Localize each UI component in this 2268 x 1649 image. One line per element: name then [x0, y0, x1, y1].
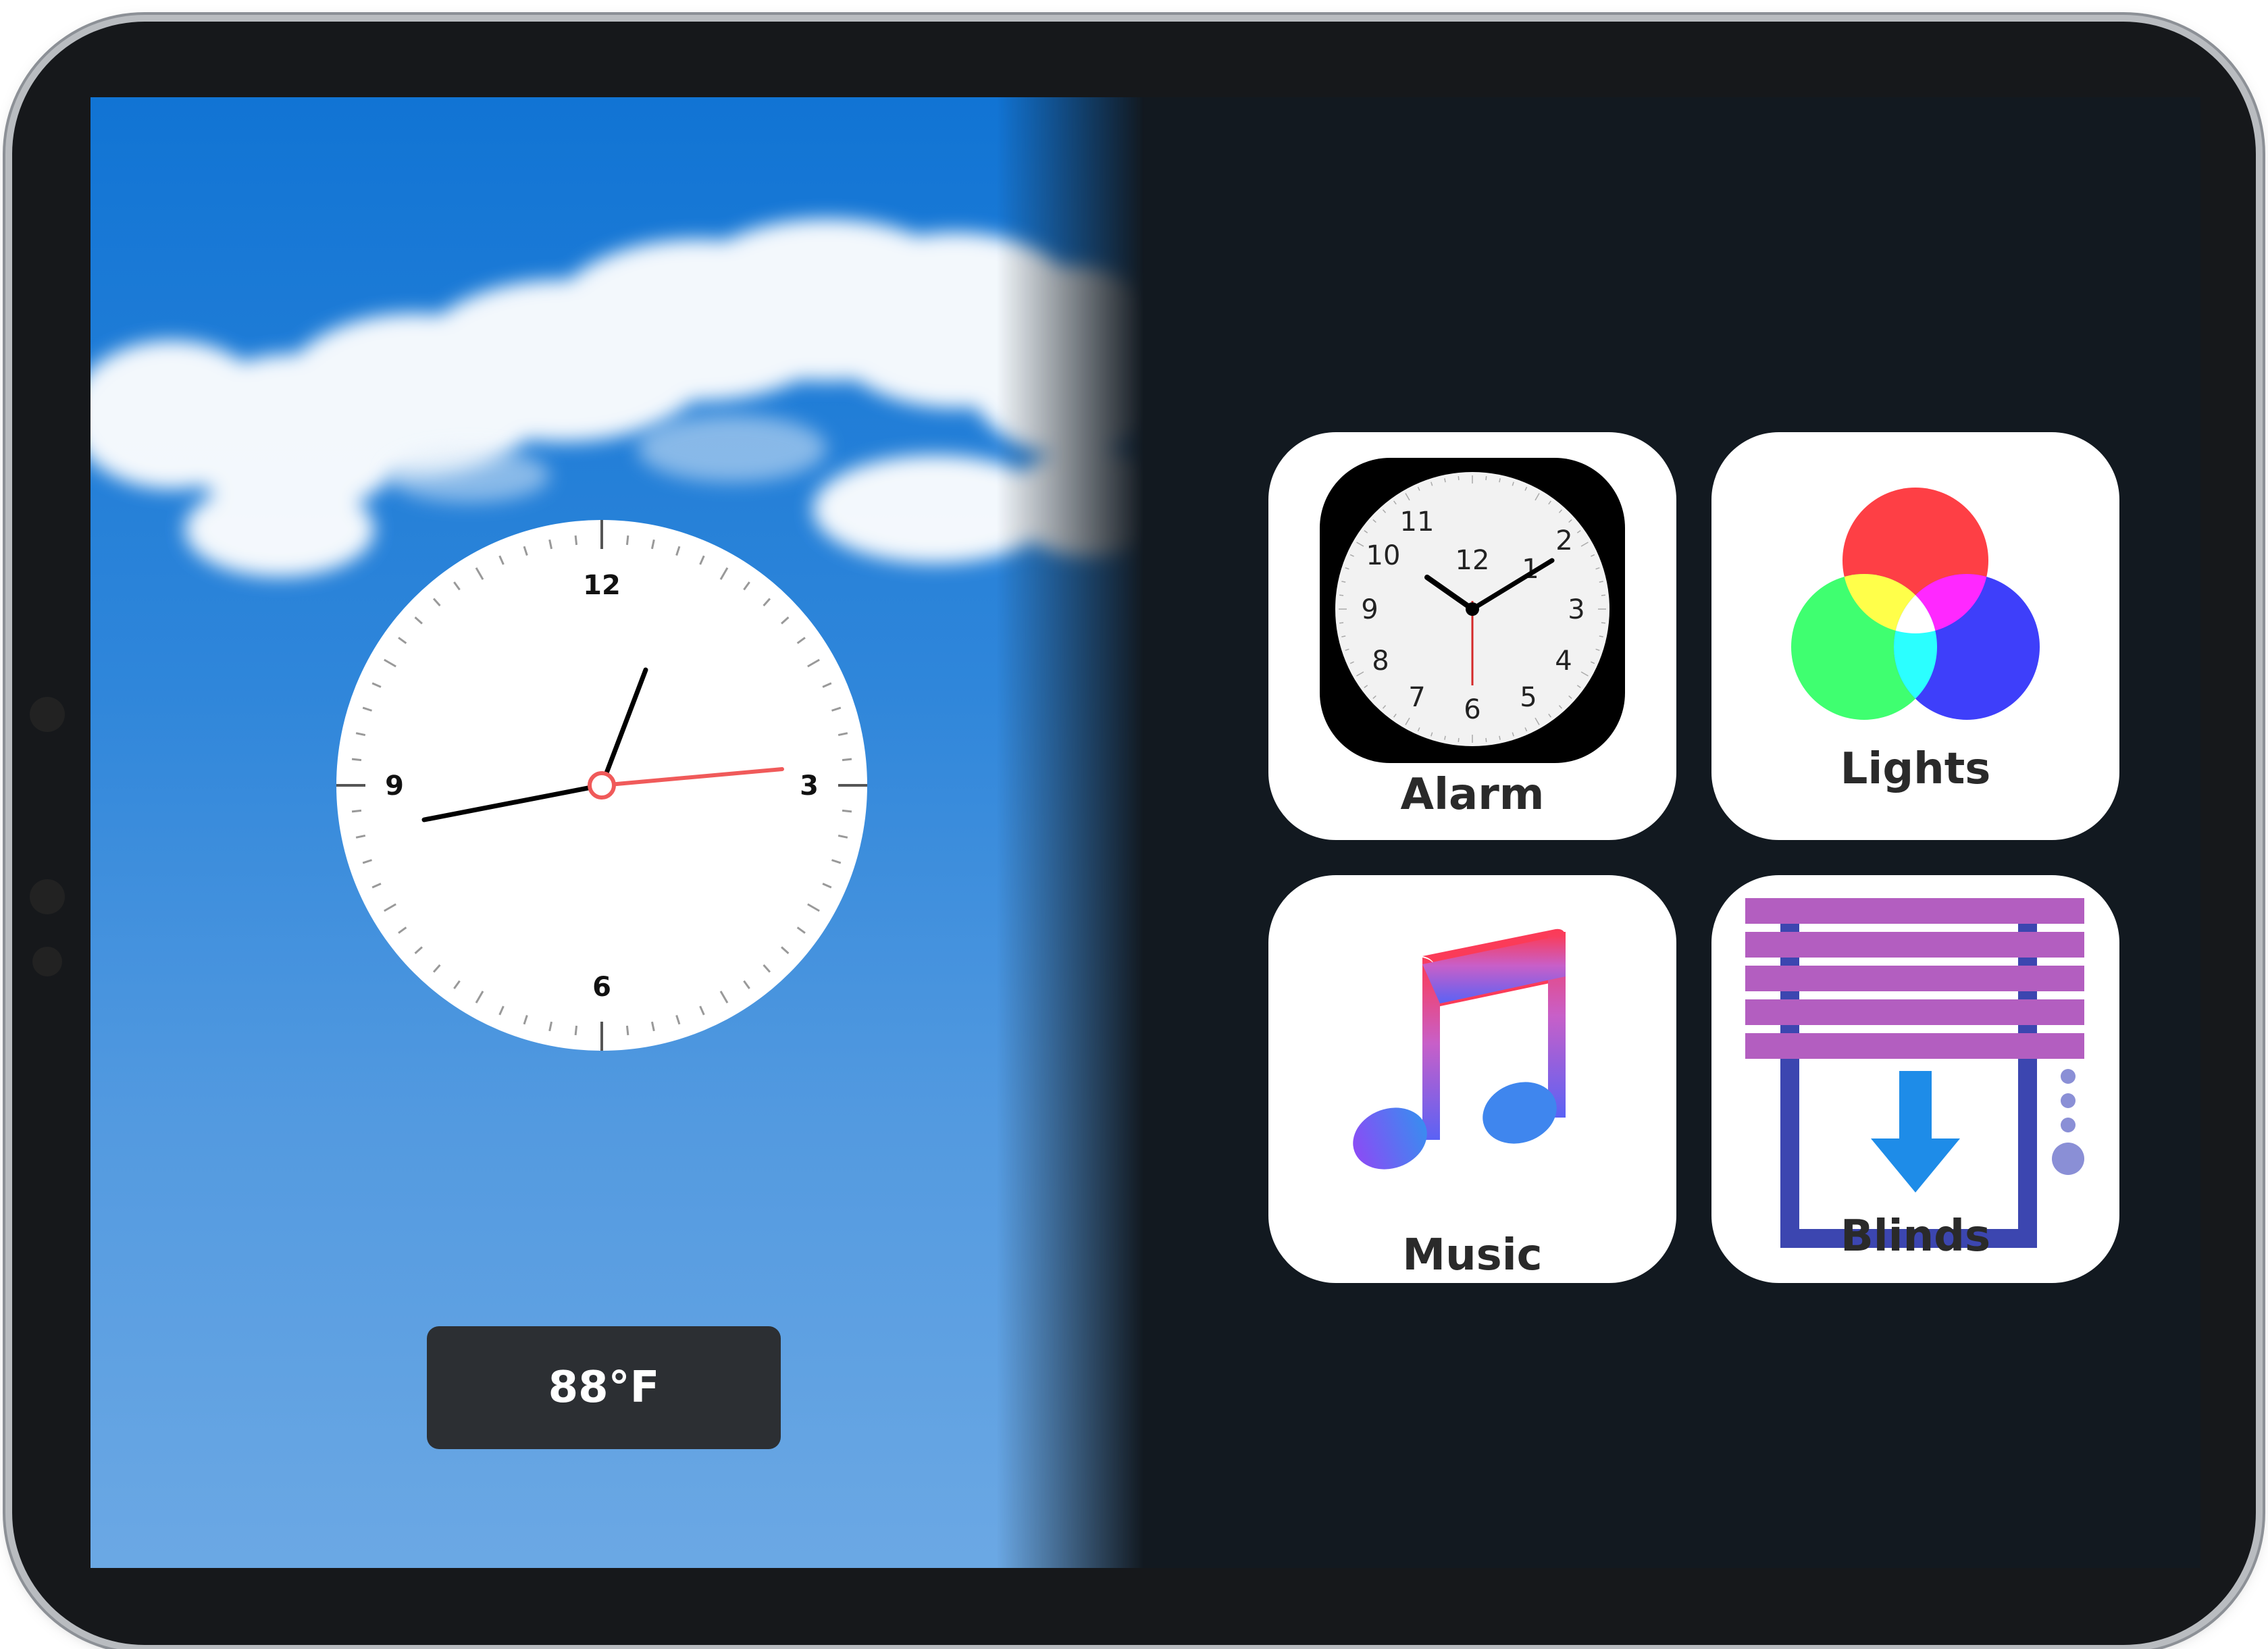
alarm-tick — [1485, 737, 1487, 742]
tablet-device: 12 3 6 9 88°F 12 1 2 3 4 5 6 7 8 9 10 11… — [12, 22, 2256, 1645]
alarm-tile[interactable]: 12 1 2 3 4 5 6 7 8 9 10 11 Alarm — [1268, 432, 1676, 840]
clock-tick — [842, 758, 852, 762]
analog-clock: 12 3 6 9 — [336, 520, 867, 1051]
alarm-numeral: 6 — [1464, 694, 1480, 725]
alarm-numeral: 3 — [1568, 594, 1584, 625]
alarm-tick — [1485, 476, 1487, 481]
clock-center-pin — [588, 771, 616, 800]
alarm-numeral: 5 — [1520, 682, 1537, 713]
music-label: Music — [1402, 1230, 1543, 1280]
temperature-display: 88°F — [427, 1326, 781, 1449]
alarm-label: Alarm — [1400, 770, 1545, 820]
clock-tick — [842, 809, 852, 813]
clock-numeral-9: 9 — [385, 770, 404, 802]
blinds-tile[interactable]: Blinds — [1711, 875, 2119, 1283]
clock-numeral-6: 6 — [592, 972, 611, 1003]
clock-tick — [574, 535, 578, 546]
alarm-tick — [1458, 476, 1460, 481]
alarm-tick — [1339, 594, 1344, 596]
side-button — [32, 947, 62, 976]
alarm-numeral: 12 — [1455, 545, 1490, 576]
music-note-icon — [1353, 928, 1566, 1170]
alarm-tick — [1458, 737, 1460, 742]
alarm-numeral: 11 — [1400, 506, 1435, 538]
alarm-numeral: 9 — [1361, 594, 1378, 625]
side-button — [30, 697, 65, 732]
blinds-label: Blinds — [1840, 1211, 1991, 1261]
alarm-numeral: 8 — [1372, 646, 1389, 677]
lights-tile[interactable]: Lights — [1711, 432, 2119, 840]
alarm-numeral: 2 — [1555, 525, 1572, 556]
temperature-value: 88°F — [548, 1363, 660, 1413]
home-screen: 12 3 6 9 88°F 12 1 2 3 4 5 6 7 8 9 10 11… — [91, 97, 2200, 1568]
clock-numeral-12: 12 — [583, 570, 621, 601]
music-tile[interactable]: Music — [1268, 875, 1676, 1283]
clock-tick — [351, 809, 362, 813]
alarm-tick — [1601, 594, 1605, 596]
alarm-numeral: 7 — [1408, 682, 1425, 713]
clock-tick — [574, 1025, 578, 1036]
alarm-numeral: 10 — [1366, 540, 1401, 571]
side-button — [30, 879, 65, 914]
alarm-numeral: 4 — [1555, 646, 1572, 677]
lights-label: Lights — [1840, 744, 1991, 794]
clock-numeral-3: 3 — [800, 770, 819, 802]
clock-tick — [351, 758, 362, 762]
